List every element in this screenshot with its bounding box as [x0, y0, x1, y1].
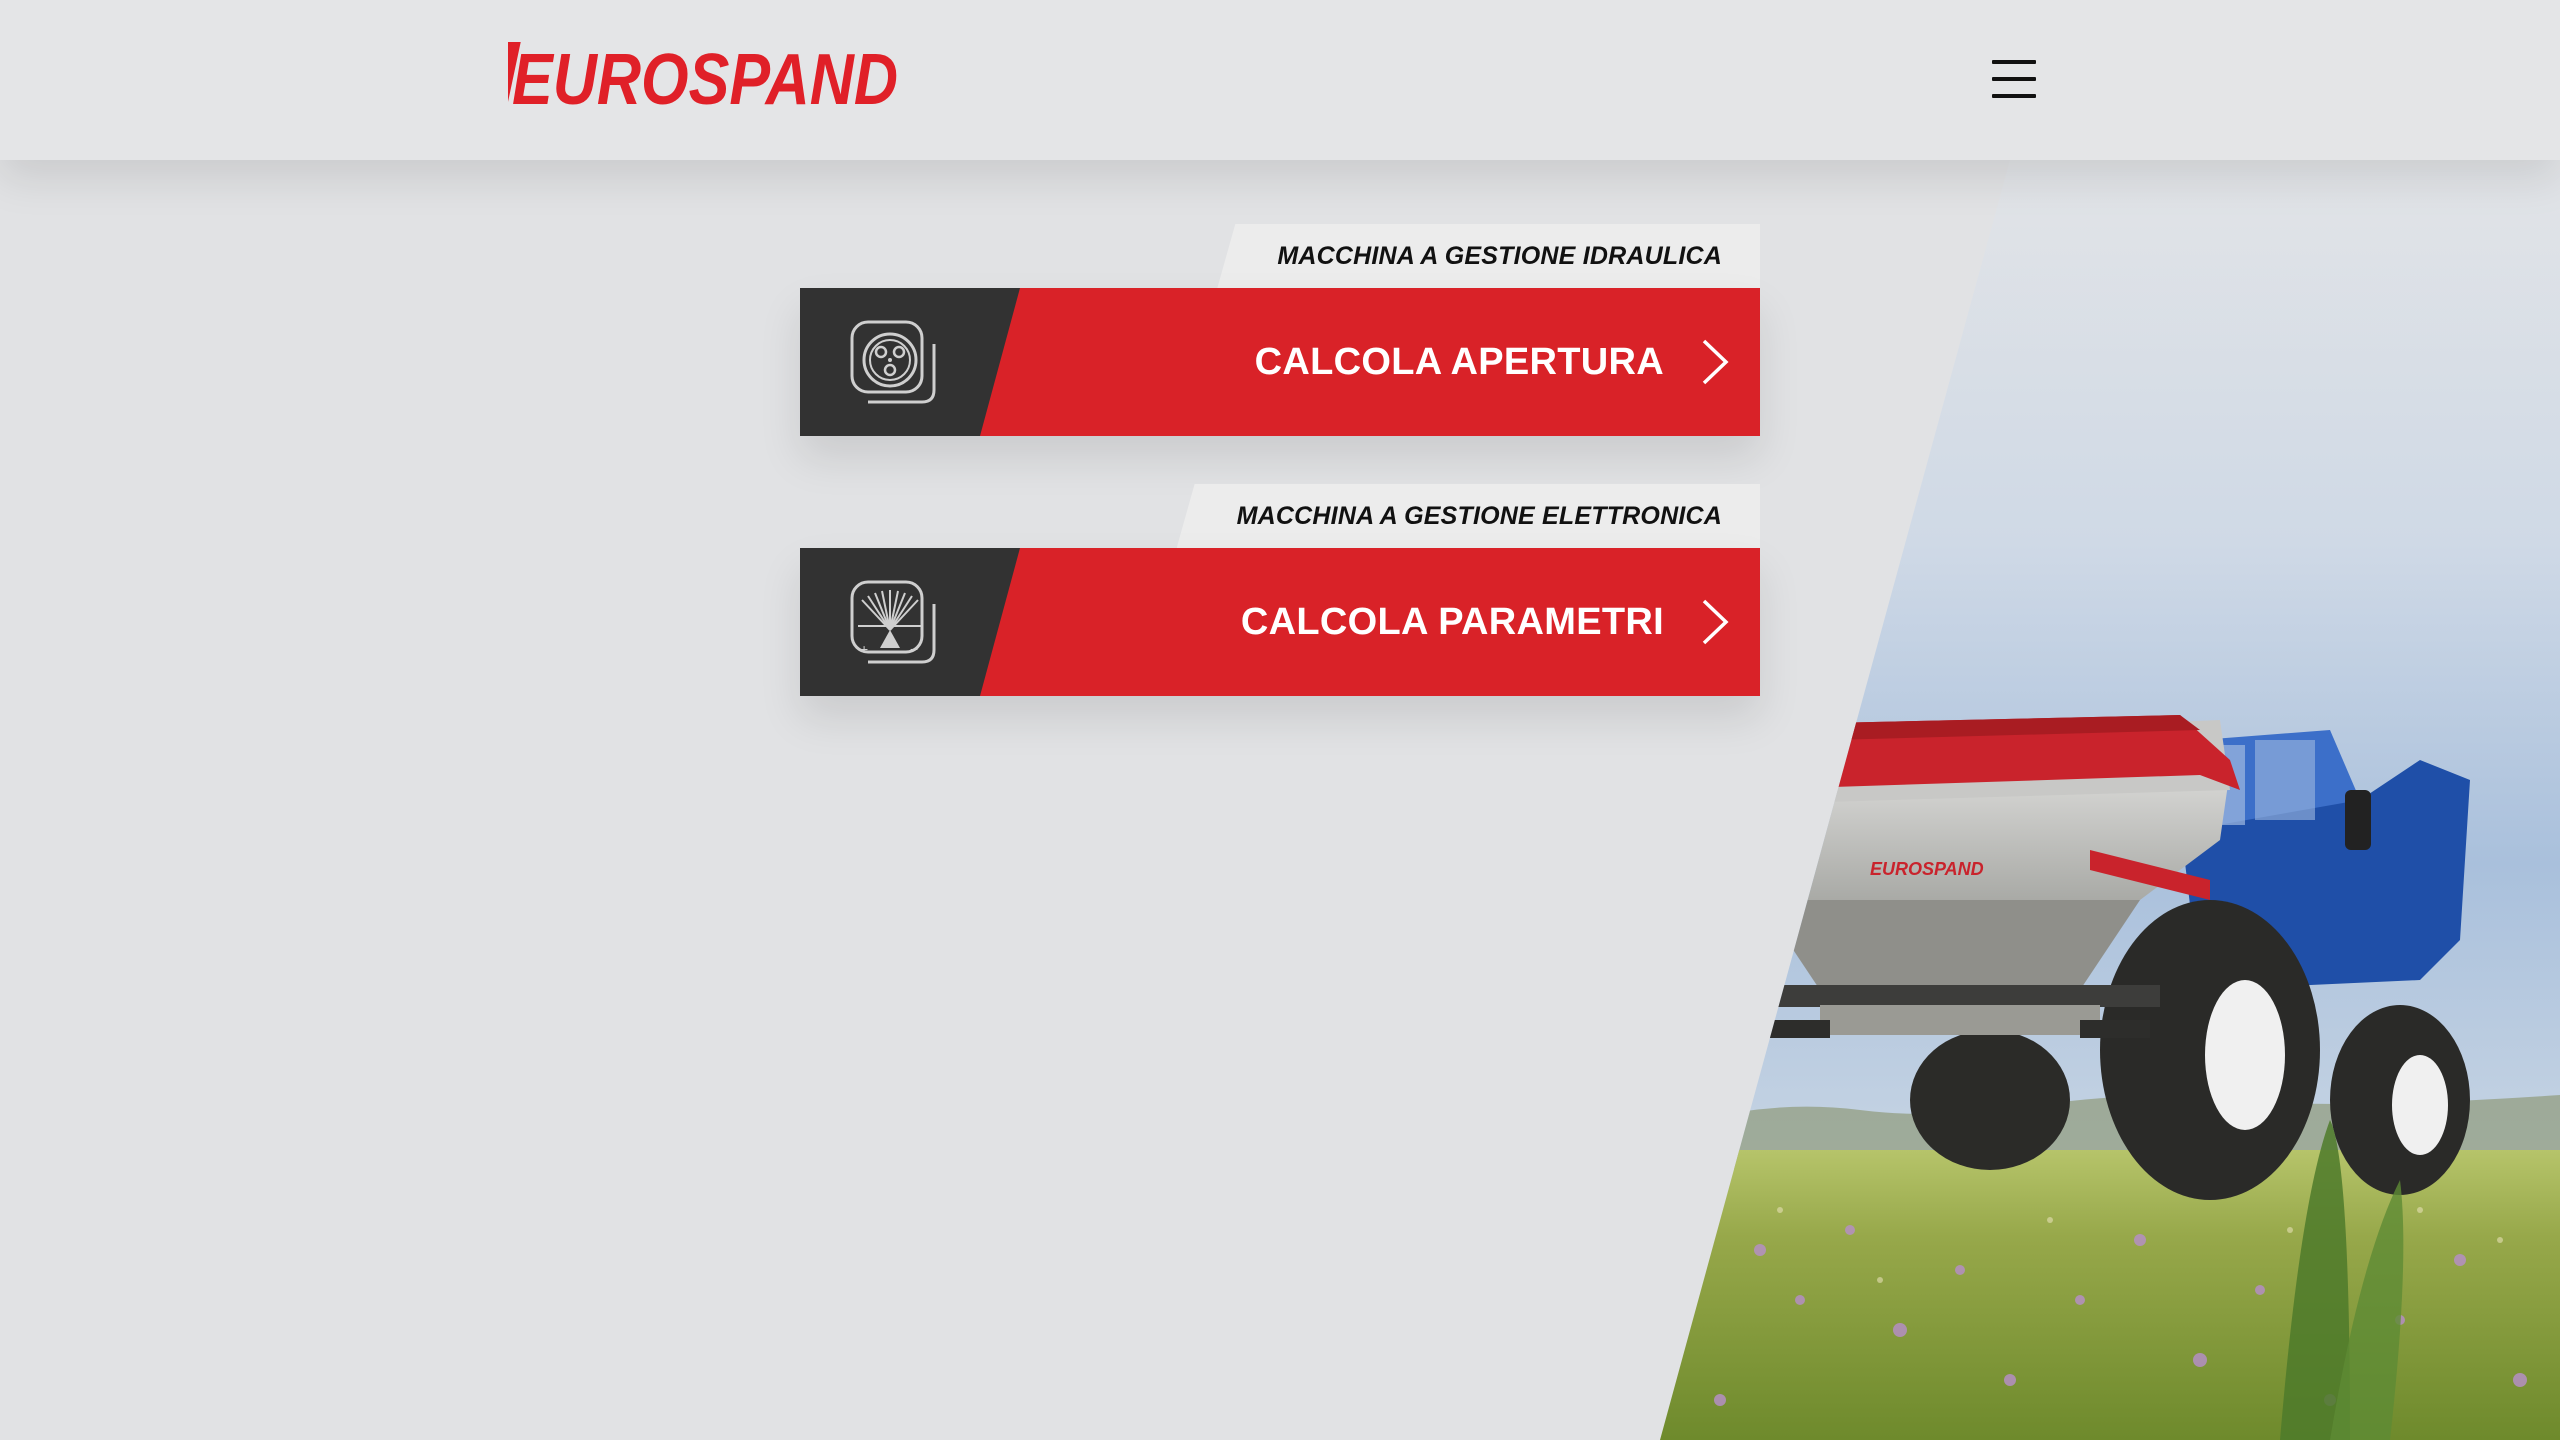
svg-text:−: − [910, 641, 918, 657]
card-button-label: CALCOLA PARAMETRI [1240, 600, 1664, 643]
eurospand-logo[interactable]: EUROSPAND [508, 36, 904, 124]
menu-line [1992, 77, 2036, 81]
site-header: EUROSPAND [0, 0, 2560, 160]
calcola-parametri-button[interactable]: + − CALCOLA PARAMETRI [800, 548, 1760, 696]
calcola-apertura-button[interactable]: CALCOLA APERTURA [800, 288, 1760, 436]
svg-text:EUROSPAND: EUROSPAND [1870, 859, 1984, 879]
card-electronic: MACCHINA A GESTIONE ELETTRONICA + − CALC… [800, 484, 1760, 696]
card-hydraulic: MACCHINA A GESTIONE IDRAULICA CALCOLA AP… [800, 224, 1760, 436]
svg-text:+: + [860, 641, 868, 657]
svg-text:EUROSPAND: EUROSPAND [512, 40, 898, 120]
chevron-right-icon [1702, 599, 1729, 645]
chevron-right-icon [1702, 339, 1729, 385]
spreader-parameters-icon: + − [850, 580, 936, 664]
card-tag-hydraulic: MACCHINA A GESTIONE IDRAULICA [1217, 224, 1760, 288]
hamburger-menu-icon[interactable] [1990, 56, 2038, 102]
menu-line [1992, 60, 2036, 64]
menu-line [1992, 94, 2036, 98]
card-tag-electronic: MACCHINA A GESTIONE ELETTRONICA [1176, 484, 1760, 548]
hero-photo: EUROSPAND [1660, 160, 2560, 1440]
hydraulic-disc-icon [850, 320, 936, 404]
card-button-label: CALCOLA APERTURA [1254, 340, 1664, 383]
